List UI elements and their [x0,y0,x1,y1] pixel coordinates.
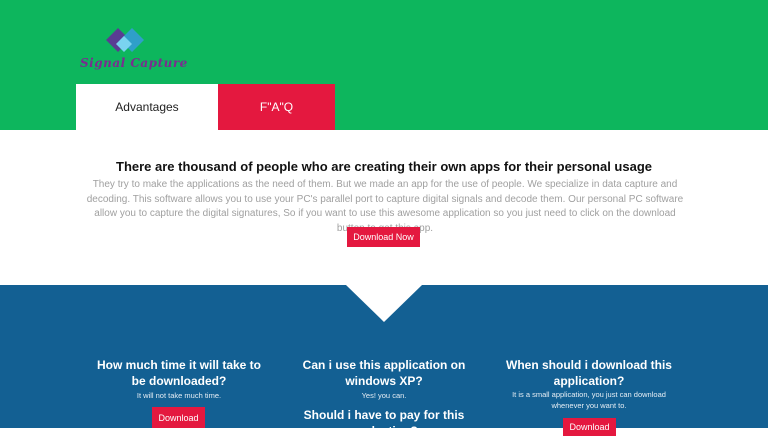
brand-logo[interactable]: Signal Capture [80,26,190,76]
download-now-button[interactable]: Download Now [347,227,420,247]
tab-faq[interactable]: F"A"Q [218,84,335,130]
header: Signal Capture Advantages F"A"Q [0,0,768,130]
section-divider-arrow [346,285,422,322]
faq-question-download-time: How much time it will take to be downloa… [96,358,262,388]
faq-question-windows-xp: Can i use this application on windows XP… [302,358,466,388]
faq-answer-download-time: It will not take much time. [136,391,222,400]
download-button-1[interactable]: Download [152,407,205,428]
faq-answer-when-download: It is a small application, you just can … [512,390,666,410]
faq-question-when-download: When should i download this application? [506,358,672,388]
tab-advantages[interactable]: Advantages [76,84,218,130]
logo-text: Signal Capture [80,56,188,70]
faq-answer-windows-xp: Yes! you can. [361,391,407,400]
download-button-2[interactable]: Download [563,418,616,436]
hero-title: There are thousand of people who are cre… [116,159,652,174]
faq-question-pay: Should i have to pay for this applcation… [303,408,465,438]
diamond-logo-icon [106,28,144,52]
